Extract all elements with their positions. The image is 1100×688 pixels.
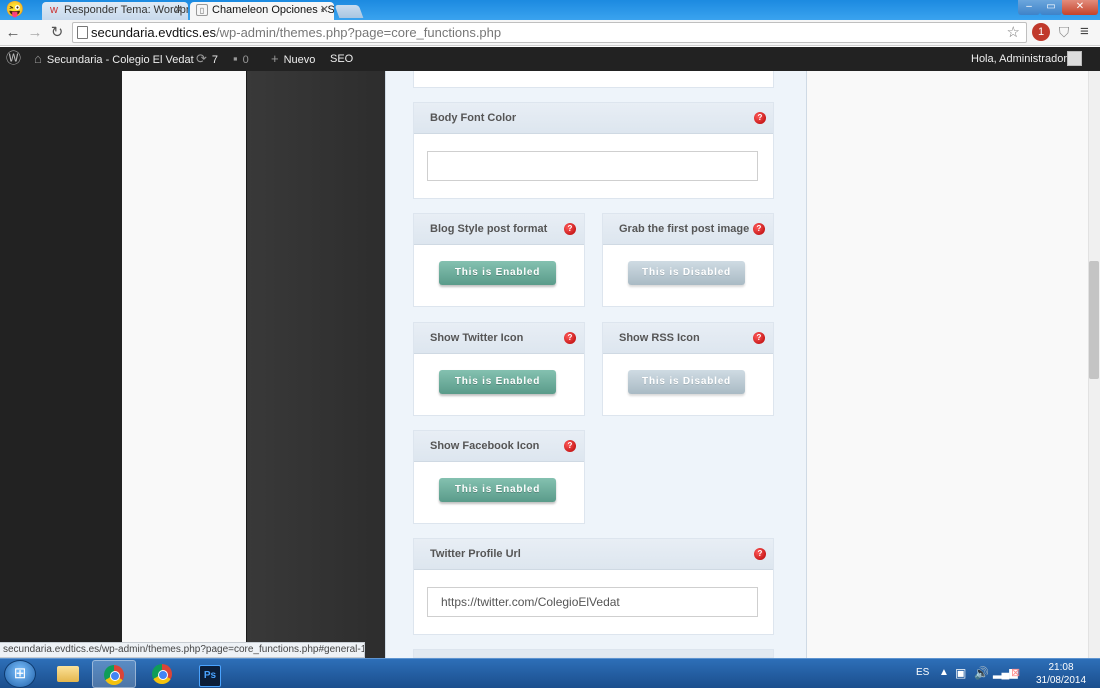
shield-extension-icon[interactable]: ⛉ bbox=[1055, 23, 1073, 41]
help-icon[interactable]: ? bbox=[753, 223, 765, 235]
wordpress-favicon-icon: w bbox=[50, 4, 58, 16]
home-icon: ⌂ bbox=[34, 51, 42, 66]
bookmark-star-icon[interactable]: ☆ bbox=[1007, 23, 1020, 42]
address-url[interactable]: secundaria.evdtics.es/wp-admin/themes.ph… bbox=[91, 25, 501, 41]
back-arrow-icon[interactable]: ← bbox=[4, 24, 22, 42]
refresh-icon: ⟳ bbox=[196, 51, 207, 66]
twitter-profile-url-input[interactable] bbox=[427, 587, 758, 617]
admin-sidebar bbox=[0, 71, 122, 661]
page-gutter-left bbox=[122, 71, 246, 661]
reload-icon[interactable]: ↻ bbox=[48, 24, 66, 42]
options-navigation-panel bbox=[246, 71, 385, 661]
option-blog-style: Blog Style post format ? This is Enabled bbox=[413, 213, 585, 307]
clock-time: 21:08 bbox=[1048, 662, 1074, 673]
option-twitter-profile-url: Twitter Profile Url ? bbox=[413, 538, 774, 635]
seo-link[interactable]: SEO bbox=[330, 47, 353, 71]
browser-toolbar: ← → ↻ secundaria.evdtics.es/wp-admin/the… bbox=[0, 20, 1100, 46]
page-icon bbox=[77, 26, 88, 39]
browser-tab-strip: 😜 w Responder Tema: Wordpr ✕ ▯ Chameleon… bbox=[0, 0, 1100, 20]
close-tab-icon[interactable]: ✕ bbox=[174, 2, 183, 18]
photoshop-taskbar-button[interactable]: Ps bbox=[188, 660, 232, 688]
account-greeting[interactable]: Hola, Administrador bbox=[971, 47, 1067, 71]
comment-icon: ▪ bbox=[233, 51, 238, 66]
option-grab-first-image: Grab the first post image ? This is Disa… bbox=[602, 213, 774, 307]
emoji-face-icon: 😜 bbox=[5, 1, 25, 18]
option-label: Grab the first post image bbox=[603, 214, 773, 245]
adblock-extension-icon[interactable]: 1 bbox=[1032, 23, 1050, 41]
help-icon[interactable]: ? bbox=[754, 112, 766, 124]
chrome-icon bbox=[152, 664, 172, 684]
option-body-font-color: Body Font Color ? bbox=[413, 102, 774, 199]
help-icon[interactable]: ? bbox=[753, 332, 765, 344]
help-icon[interactable]: ? bbox=[564, 332, 576, 344]
tab-title: Responder Tema: Wordpr bbox=[64, 4, 188, 16]
updates-link[interactable]: ⟳ 7 bbox=[196, 47, 218, 72]
wp-admin-bar: Ⓦ ⌂ Secundaria - Colegio El Vedat ⟳ 7 ▪ 0 +… bbox=[0, 47, 1100, 71]
windows-explorer-taskbar-button[interactable] bbox=[46, 660, 90, 688]
next-option-box bbox=[413, 649, 774, 658]
clock-date: 31/08/2014 bbox=[1035, 675, 1087, 686]
blog-style-toggle[interactable]: This is Enabled bbox=[439, 261, 556, 285]
browser-status-bar: secundaria.evdtics.es/wp-admin/themes.ph… bbox=[0, 642, 365, 658]
chrome-icon bbox=[104, 665, 124, 685]
windows-start-button[interactable]: ⊞ bbox=[4, 660, 36, 688]
option-label: Show Twitter Icon bbox=[414, 323, 584, 354]
address-bar[interactable]: secundaria.evdtics.es/wp-admin/themes.ph… bbox=[72, 22, 1027, 43]
hamburger-menu-icon[interactable]: ≡ bbox=[1080, 23, 1089, 40]
new-tab-button[interactable] bbox=[334, 5, 364, 18]
chrome-taskbar-button[interactable] bbox=[92, 660, 136, 688]
option-label: Blog Style post format bbox=[414, 214, 584, 245]
forward-arrow-icon[interactable]: → bbox=[26, 24, 44, 42]
folder-icon bbox=[57, 666, 79, 682]
volume-icon[interactable]: 🔊 bbox=[974, 659, 989, 687]
option-label: Show Facebook Icon bbox=[414, 431, 584, 462]
grab-first-image-toggle[interactable]: This is Disabled bbox=[628, 261, 745, 285]
help-icon[interactable]: ? bbox=[564, 440, 576, 452]
option-rss-icon: Show RSS Icon ? This is Disabled bbox=[602, 322, 774, 416]
plus-icon: + bbox=[271, 51, 279, 66]
browser-tab-responder[interactable]: w Responder Tema: Wordpr ✕ bbox=[42, 2, 188, 20]
option-label: Body Font Color bbox=[414, 103, 773, 134]
photoshop-icon: Ps bbox=[199, 665, 221, 687]
body-font-color-input[interactable] bbox=[427, 151, 758, 181]
page-favicon-icon: ▯ bbox=[196, 4, 208, 16]
option-label: Twitter Profile Url bbox=[414, 539, 773, 570]
browser-tab-chameleon[interactable]: ▯ Chameleon Opciones ‹ Se ✕ bbox=[190, 2, 334, 20]
option-facebook-icon: Show Facebook Icon ? This is Enabled bbox=[413, 430, 585, 524]
minimize-window-button[interactable]: – bbox=[1018, 0, 1040, 15]
page-gutter-right bbox=[807, 71, 1088, 661]
facebook-icon-toggle[interactable]: This is Enabled bbox=[439, 478, 556, 502]
tab-title: Chameleon Opciones ‹ Se bbox=[212, 4, 334, 16]
option-label: Show RSS Icon bbox=[603, 323, 773, 354]
twitter-icon-toggle[interactable]: This is Enabled bbox=[439, 370, 556, 394]
windows-taskbar: ⊞ Ps ES ▲ ▣ 🔊 ▂▄▆ ⊠ 21:08 31/08/2014 bbox=[0, 658, 1100, 688]
new-content-link[interactable]: + Nuevo bbox=[271, 47, 315, 72]
rss-icon-toggle[interactable]: This is Disabled bbox=[628, 370, 745, 394]
chrome-taskbar-button-2[interactable] bbox=[140, 660, 184, 688]
previous-option-box bbox=[413, 71, 774, 88]
comments-link[interactable]: ▪ 0 bbox=[233, 47, 249, 72]
site-name-link[interactable]: ⌂ Secundaria - Colegio El Vedat bbox=[34, 47, 194, 72]
wordpress-logo-icon[interactable]: Ⓦ bbox=[6, 47, 21, 71]
system-clock[interactable]: 21:08 31/08/2014 bbox=[1030, 661, 1092, 687]
close-tab-icon[interactable]: ✕ bbox=[320, 2, 329, 18]
language-indicator[interactable]: ES bbox=[916, 659, 929, 687]
help-icon[interactable]: ? bbox=[754, 548, 766, 560]
device-icon[interactable]: ▣ bbox=[955, 659, 966, 687]
option-twitter-icon: Show Twitter Icon ? This is Enabled bbox=[413, 322, 585, 416]
network-error-icon[interactable]: ⊠ bbox=[1011, 659, 1020, 687]
show-hidden-icons-icon[interactable]: ▲ bbox=[939, 659, 949, 687]
scrollbar-thumb[interactable] bbox=[1089, 261, 1099, 379]
close-window-button[interactable]: ✕ bbox=[1062, 0, 1098, 15]
avatar[interactable] bbox=[1067, 51, 1082, 66]
maximize-window-button[interactable]: ▭ bbox=[1040, 0, 1062, 15]
help-icon[interactable]: ? bbox=[564, 223, 576, 235]
